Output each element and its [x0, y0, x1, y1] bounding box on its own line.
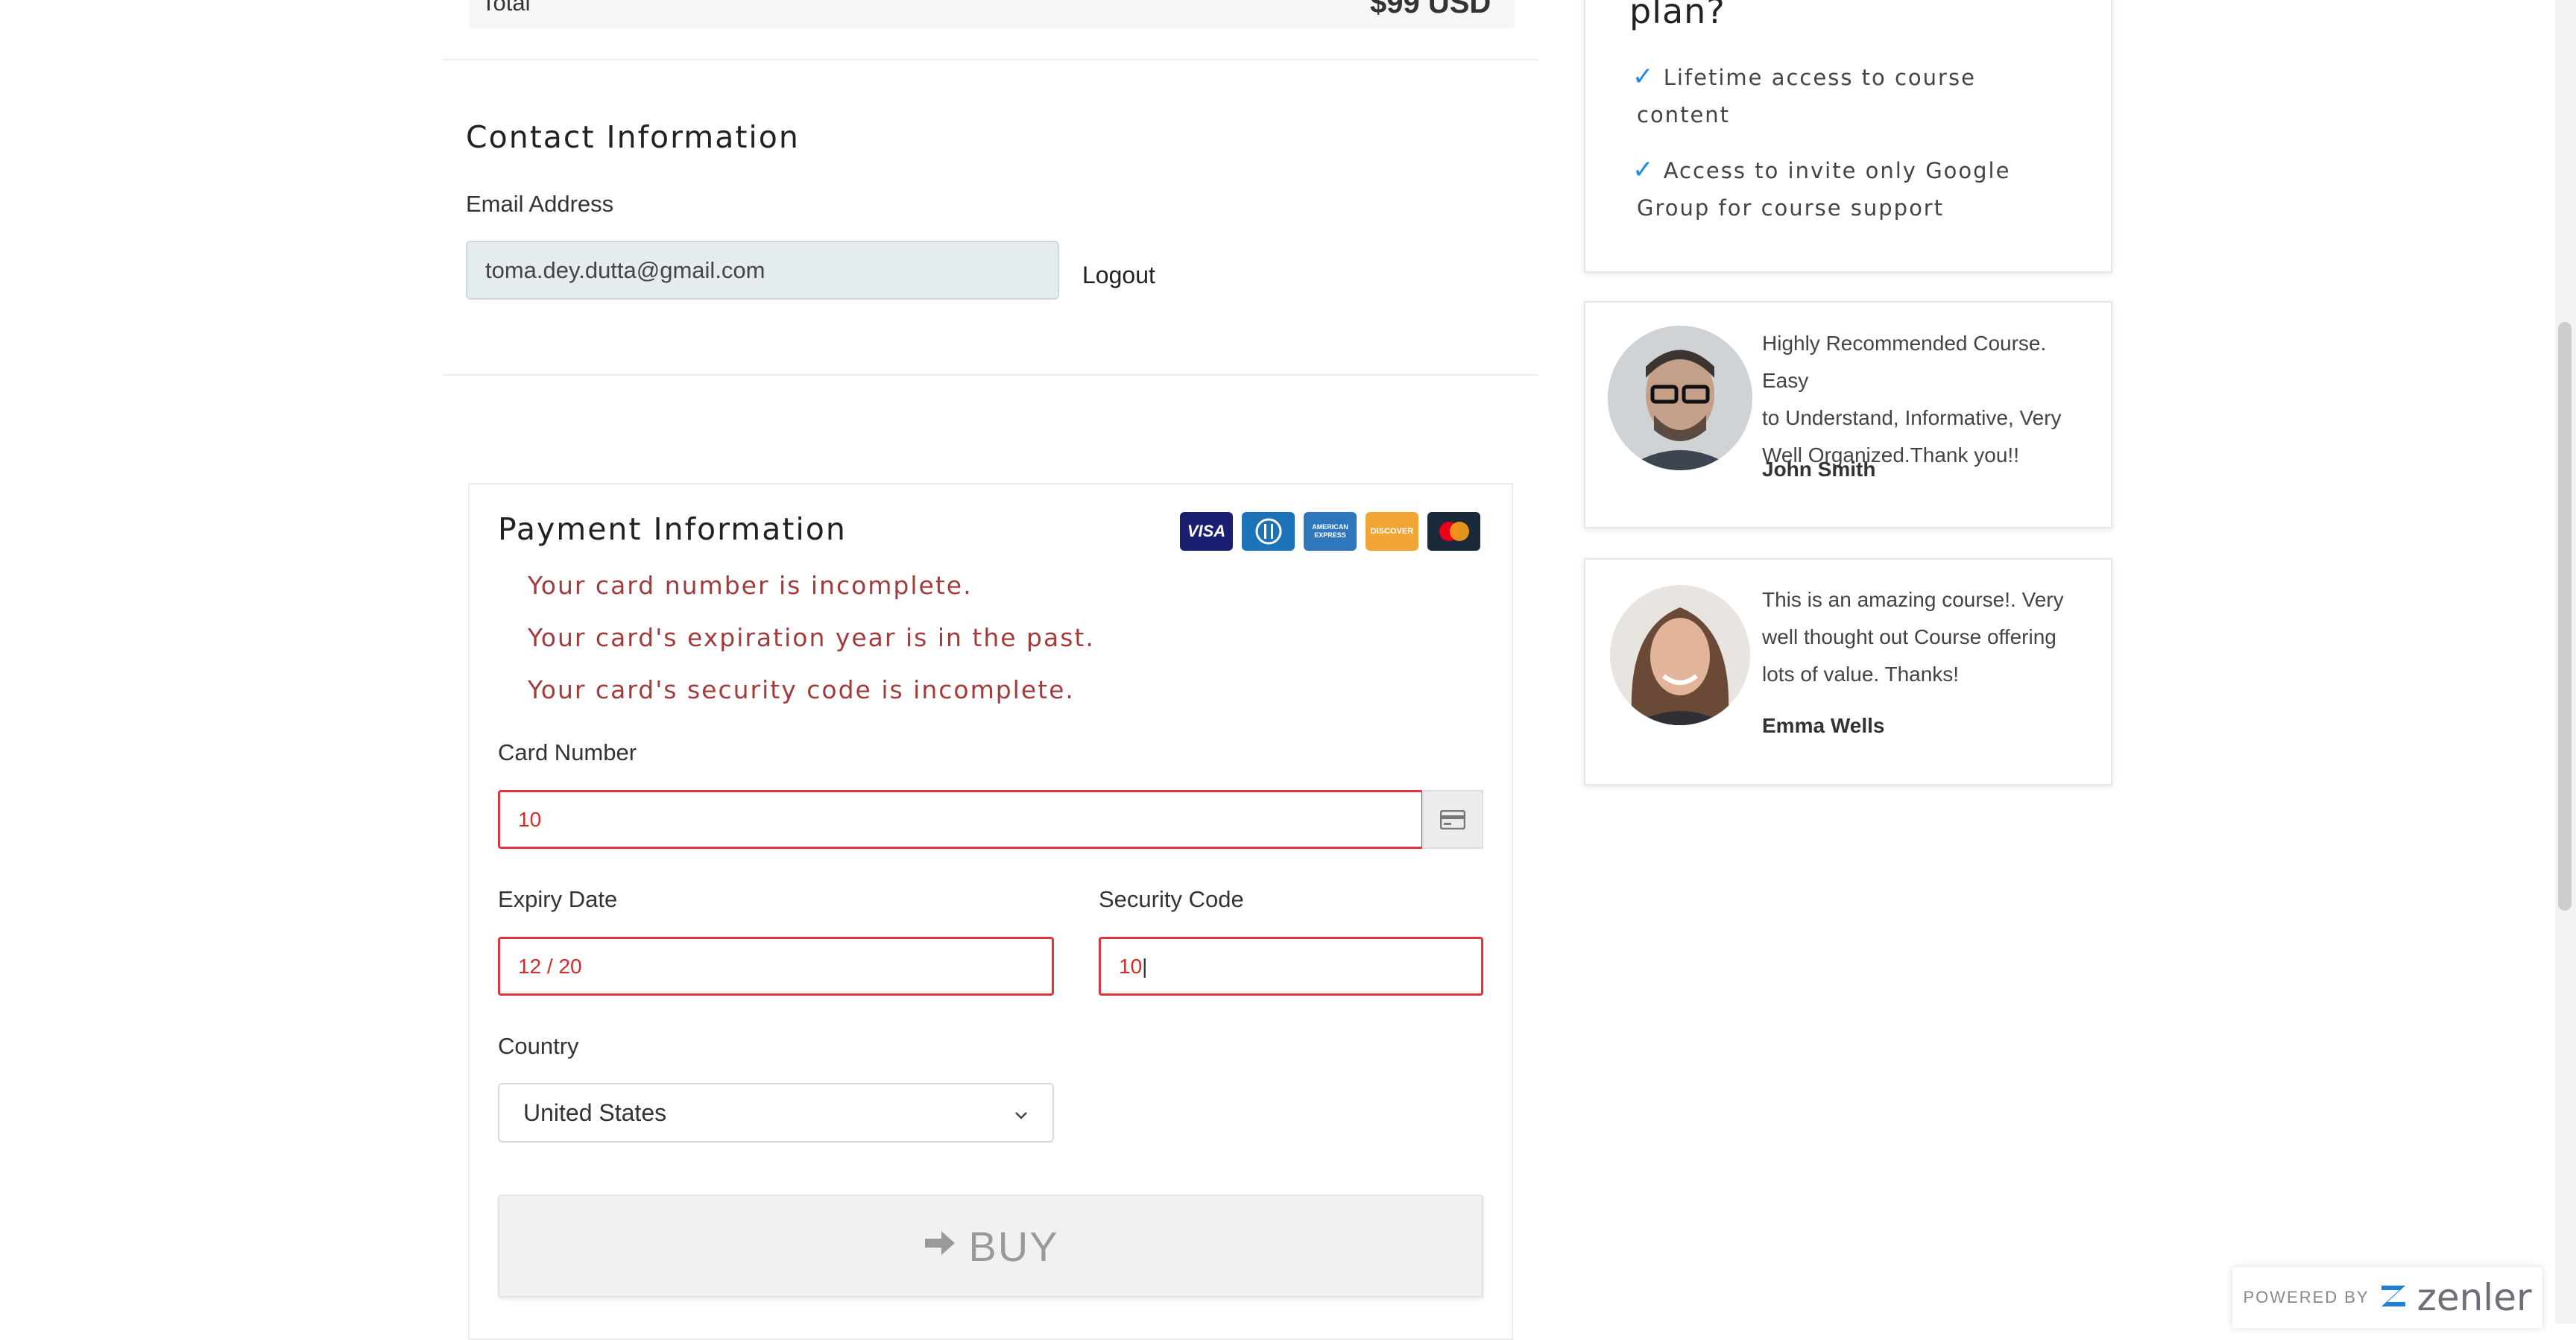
security-code-value: 10	[1119, 954, 1143, 978]
buy-button[interactable]: BUY	[498, 1195, 1483, 1298]
security-code-input[interactable]: 10 |	[1099, 937, 1483, 996]
contact-section-title: Contact Information	[466, 119, 800, 155]
chevron-down-icon	[1014, 1099, 1029, 1127]
mastercard-icon	[1427, 512, 1480, 551]
card-number-label: Card Number	[498, 739, 637, 765]
buy-button-label: BUY	[968, 1222, 1059, 1270]
plan-feature: ✓ Lifetime access to course content	[1632, 62, 1976, 127]
email-field[interactable]: toma.dey.dutta@gmail.com	[466, 241, 1059, 300]
powered-by-badge[interactable]: POWERED BY zenler	[2232, 1267, 2542, 1328]
payment-section-title: Payment Information	[498, 511, 847, 547]
powered-by-text: POWERED BY	[2243, 1288, 2370, 1306]
discover-icon: DISCOVER	[1366, 512, 1418, 551]
email-label: Email Address	[466, 191, 614, 217]
credit-card-icon	[1422, 790, 1483, 849]
order-total-value: $99 USD	[1370, 0, 1491, 19]
section-divider	[443, 374, 1538, 376]
expiry-label: Expiry Date	[498, 886, 618, 912]
zenler-logo-icon	[2377, 1280, 2410, 1316]
arrow-right-icon	[922, 1222, 958, 1271]
card-number-input[interactable]: 10	[498, 790, 1424, 849]
country-select[interactable]: United States	[498, 1083, 1054, 1143]
expiry-input[interactable]: 12 / 20	[498, 937, 1054, 996]
error-message: Your card number is incomplete.	[528, 571, 973, 600]
plan-card	[1584, 0, 2112, 273]
scrollbar-thumb[interactable]	[2558, 322, 2572, 911]
testimonial-author: John Smith	[1762, 458, 1876, 481]
order-total-row	[469, 0, 1515, 28]
accepted-cards: VISA AMERICAN EXPRESS DISCOVER	[1180, 512, 1480, 551]
zenler-brand-text: zenler	[2416, 1276, 2532, 1319]
country-selected-value: United States	[523, 1099, 667, 1126]
check-icon: ✓	[1632, 62, 1655, 92]
error-message: Your card's expiration year is in the pa…	[528, 623, 1095, 652]
order-total-label: Total	[482, 0, 531, 16]
avatar	[1608, 326, 1752, 470]
section-divider	[443, 59, 1538, 60]
visa-icon: VISA	[1180, 512, 1233, 551]
plan-title: plan?	[1629, 0, 1726, 31]
country-label: Country	[498, 1033, 579, 1059]
diners-icon	[1242, 512, 1295, 551]
amex-icon: AMERICAN EXPRESS	[1304, 512, 1357, 551]
testimonial-author: Emma Wells	[1762, 714, 1885, 737]
avatar	[1610, 585, 1750, 725]
logout-link[interactable]: Logout	[1082, 262, 1155, 289]
error-message: Your card's security code is incomplete.	[528, 675, 1075, 704]
plan-feature: ✓ Access to invite only Google Group for…	[1632, 155, 2011, 221]
testimonial-quote: This is an amazing course!. Very well th…	[1762, 588, 2064, 686]
testimonial-quote: Highly Recommended Course. Easy to Under…	[1762, 332, 2062, 467]
check-icon: ✓	[1632, 155, 1655, 185]
security-code-label: Security Code	[1099, 886, 1244, 912]
